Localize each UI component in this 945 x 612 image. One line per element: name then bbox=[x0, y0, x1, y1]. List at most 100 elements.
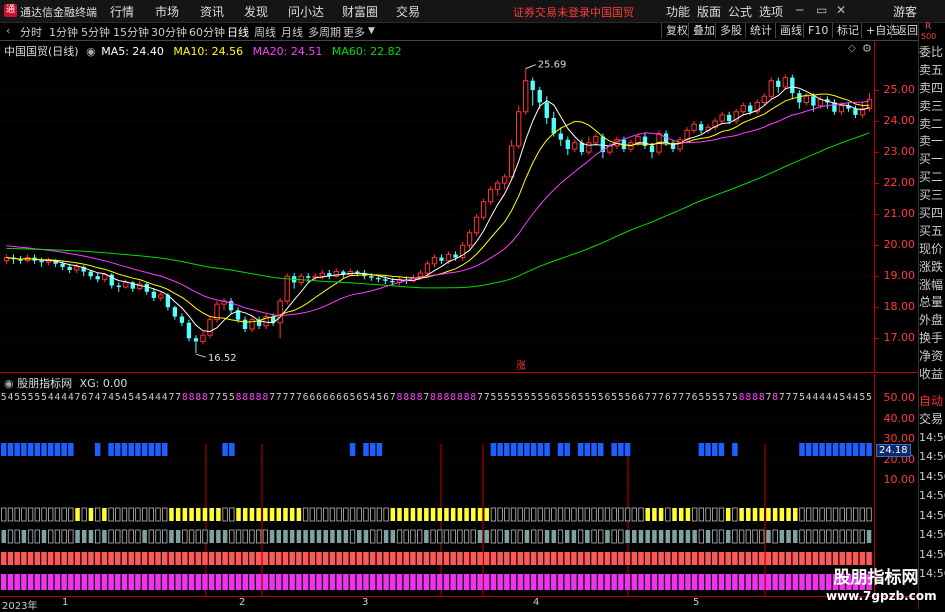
level-bar-teal bbox=[416, 529, 423, 544]
level-bar-red bbox=[752, 552, 758, 565]
indicator-digit: 5 bbox=[732, 392, 738, 403]
login-warning[interactable]: 证券交易未登录 bbox=[513, 4, 590, 20]
level-bar-yellow bbox=[531, 507, 537, 522]
level-bar-magenta bbox=[678, 574, 684, 590]
collapse-icon[interactable]: ‹ bbox=[6, 24, 10, 37]
side-top-sub: 500 bbox=[921, 32, 937, 41]
level-bar-magenta bbox=[88, 574, 94, 590]
more-chevron-icon[interactable]: ▼ bbox=[368, 26, 375, 36]
level-bar-yellow bbox=[766, 508, 771, 521]
level-bar-yellow bbox=[685, 508, 691, 521]
auto-tab[interactable]: 自动 bbox=[919, 392, 945, 410]
menu-market-quotes[interactable]: 行情 bbox=[110, 3, 134, 20]
side-item[interactable]: 涨幅 bbox=[919, 277, 945, 295]
side-item[interactable]: 现价 bbox=[919, 241, 945, 259]
side-item[interactable]: 买二 bbox=[919, 169, 945, 187]
side-item[interactable]: 收益 bbox=[919, 366, 945, 384]
menu-news[interactable]: 资讯 bbox=[200, 3, 224, 20]
side-item[interactable]: 卖一 bbox=[919, 133, 945, 151]
period-more[interactable]: 更多 bbox=[343, 24, 365, 40]
minimize-icon[interactable]: ─ bbox=[796, 3, 803, 17]
level-bar-red bbox=[738, 552, 745, 565]
pane-divider bbox=[0, 372, 918, 373]
candle-down bbox=[558, 133, 563, 140]
indicator-chart[interactable]: 5455555444476747454545444778888775588888… bbox=[0, 374, 874, 596]
indicator-digit: 5 bbox=[21, 392, 27, 403]
multi-stock-button[interactable]: 多股 bbox=[715, 23, 746, 38]
menu-options[interactable]: 选项 bbox=[759, 3, 783, 20]
indicator-digit: 6 bbox=[383, 392, 389, 403]
menu-market[interactable]: 市场 bbox=[155, 3, 179, 20]
side-item[interactable]: 买一 bbox=[919, 151, 945, 169]
level-bar-red bbox=[618, 552, 624, 565]
level-bar-teal bbox=[410, 529, 416, 544]
watermark-title: 股朋指标网 bbox=[833, 568, 919, 588]
level-bar-yellow bbox=[349, 507, 356, 522]
side-item[interactable]: 买三 bbox=[919, 187, 945, 205]
indicator-tick-label: 10.00 bbox=[883, 473, 916, 486]
close-icon[interactable]: ✕ bbox=[836, 3, 846, 17]
period-30min[interactable]: 30分钟 bbox=[151, 24, 187, 40]
side-item[interactable]: 外盘 bbox=[919, 312, 945, 330]
draw-line-button[interactable]: 画线 bbox=[775, 23, 806, 38]
candlestick-chart[interactable]: 25.69 16.52 涨 bbox=[0, 41, 874, 372]
level-bar-red bbox=[161, 552, 168, 565]
side-item[interactable]: 买五 bbox=[919, 223, 945, 241]
level-bar-yellow bbox=[75, 508, 80, 521]
side-item[interactable]: 换手 bbox=[919, 330, 945, 348]
period-5min[interactable]: 5分钟 bbox=[81, 24, 110, 40]
period-intraday[interactable]: 分时 bbox=[20, 24, 42, 40]
level-bar-teal bbox=[27, 529, 34, 544]
side-item[interactable]: 涨跌 bbox=[919, 259, 945, 277]
menu-wealth-circle[interactable]: 财富圈 bbox=[342, 3, 378, 20]
period-monthly[interactable]: 月线 bbox=[281, 24, 303, 40]
side-item[interactable]: 卖四 bbox=[919, 80, 945, 98]
period-1min[interactable]: 1分钟 bbox=[49, 24, 78, 40]
menu-trade[interactable]: 交易 bbox=[396, 3, 420, 20]
level-bar-teal bbox=[665, 530, 671, 543]
side-item[interactable]: 卖五 bbox=[919, 62, 945, 80]
candle-up bbox=[593, 136, 599, 144]
side-item[interactable]: 卖二 bbox=[919, 116, 945, 134]
side-item[interactable]: 总量 bbox=[919, 294, 945, 312]
level-bar-red bbox=[772, 552, 778, 565]
mark-button[interactable]: 标记 bbox=[832, 23, 863, 38]
level-bar-yellow bbox=[41, 507, 47, 522]
trade-tab[interactable]: 交易 bbox=[919, 410, 945, 428]
candle-up bbox=[803, 95, 810, 103]
side-item[interactable]: 卖三 bbox=[919, 98, 945, 116]
menu-ask-assistant[interactable]: 问小达 bbox=[288, 3, 324, 20]
level-bar-teal bbox=[779, 530, 785, 543]
indicator-digit: 5 bbox=[34, 392, 40, 403]
level-bar-red bbox=[369, 552, 376, 565]
maximize-icon[interactable]: ▭ bbox=[816, 3, 827, 17]
side-item[interactable]: 净资 bbox=[919, 348, 945, 366]
level-bar-magenta bbox=[504, 574, 510, 590]
side-item[interactable]: 买四 bbox=[919, 205, 945, 223]
level-bar-yellow bbox=[336, 507, 342, 522]
candle-up bbox=[838, 105, 845, 113]
menu-discover[interactable]: 发现 bbox=[244, 3, 268, 20]
indicator-digit: 4 bbox=[813, 392, 819, 403]
menu-function[interactable]: 功能 bbox=[666, 3, 690, 20]
price-tick-label: 19.00 bbox=[883, 269, 916, 283]
candle-up bbox=[817, 98, 824, 107]
indicator-digit: 5 bbox=[115, 392, 121, 403]
candle-down bbox=[853, 108, 858, 115]
period-daily[interactable]: 日线 bbox=[227, 24, 249, 40]
period-15min[interactable]: 15分钟 bbox=[113, 24, 149, 40]
period-60min[interactable]: 60分钟 bbox=[189, 24, 225, 40]
level-bar-magenta bbox=[712, 574, 718, 590]
side-item[interactable]: 委比 bbox=[919, 44, 945, 62]
guest-user[interactable]: 游客 bbox=[893, 3, 917, 20]
level-bar-teal bbox=[531, 529, 537, 544]
menu-formula[interactable]: 公式 bbox=[728, 3, 752, 20]
f10-button[interactable]: F10 bbox=[803, 23, 832, 38]
level-bar-magenta bbox=[282, 574, 289, 590]
period-weekly[interactable]: 周线 bbox=[254, 24, 276, 40]
menu-layout[interactable]: 版面 bbox=[697, 3, 721, 20]
statistics-button[interactable]: 统计 bbox=[745, 23, 776, 38]
period-multi[interactable]: 多周期 bbox=[308, 24, 341, 40]
level-bar-teal bbox=[235, 529, 242, 544]
indicator-digit: 8 bbox=[195, 392, 201, 403]
